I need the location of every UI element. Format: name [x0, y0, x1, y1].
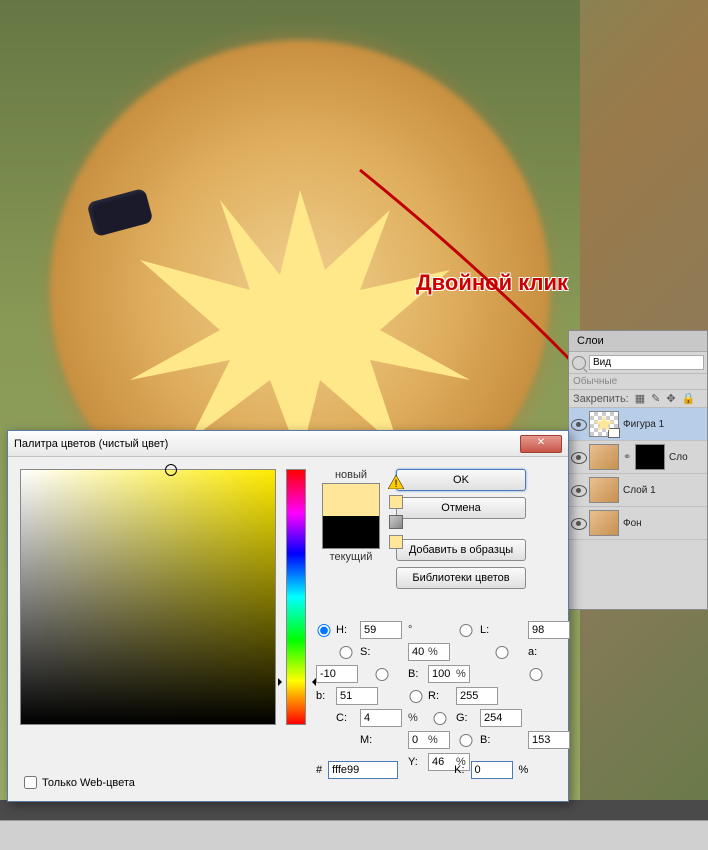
hex-row: # K: % — [316, 761, 528, 779]
cancel-button[interactable]: Отмена — [396, 497, 526, 519]
a-label: a: — [528, 646, 544, 658]
dialog-titlebar[interactable]: Палитра цветов (чистый цвет) ✕ — [8, 431, 568, 457]
bri-radio[interactable] — [360, 668, 404, 681]
layer-name[interactable]: Сло — [669, 452, 688, 463]
gamut-warning-icon[interactable]: ! — [388, 475, 404, 489]
layers-filter-row — [569, 352, 707, 374]
lock-all-icon[interactable]: 🔒 — [682, 392, 696, 405]
b-input[interactable] — [336, 687, 378, 705]
color-field[interactable] — [20, 469, 276, 725]
r-input[interactable] — [456, 687, 498, 705]
sat-radio[interactable] — [336, 646, 356, 659]
layers-tab[interactable]: Слои — [569, 331, 707, 352]
lock-label: Закрепить: — [573, 393, 629, 405]
svg-text:!: ! — [394, 478, 397, 489]
annotation-text: Двойной клик — [416, 270, 568, 296]
layer-mask-thumbnail[interactable] — [635, 444, 665, 470]
hue-slider[interactable] — [286, 469, 306, 725]
l-label: L: — [480, 624, 524, 636]
blue-label: B: — [480, 734, 524, 746]
l-input[interactable] — [528, 621, 570, 639]
layer-thumbnail[interactable] — [589, 477, 619, 503]
m-label: M: — [360, 734, 404, 746]
c-label: C: — [336, 712, 356, 724]
hex-input[interactable] — [328, 761, 398, 779]
hue-label: H: — [336, 624, 356, 636]
layers-filter-input[interactable] — [589, 355, 704, 370]
dialog-title: Палитра цветов (чистый цвет) — [14, 438, 520, 450]
hex-label: # — [316, 764, 322, 776]
layer-row-shape[interactable]: Фигура 1 — [569, 408, 707, 441]
a-radio[interactable] — [480, 646, 524, 659]
degree-unit: ° — [408, 624, 424, 636]
link-icon[interactable]: ⚭ — [623, 452, 631, 463]
color-preview — [322, 483, 380, 549]
layer-name[interactable]: Фигура 1 — [623, 419, 664, 430]
l-radio[interactable] — [456, 624, 476, 637]
layer-name[interactable]: Фон — [623, 518, 642, 529]
visibility-icon[interactable] — [571, 452, 585, 462]
status-bar — [0, 820, 708, 850]
star-burst-shape[interactable] — [120, 180, 480, 460]
layer-thumbnail[interactable] — [589, 510, 619, 536]
blend-mode-select[interactable]: Обычные — [569, 374, 707, 390]
layer-row-1[interactable]: Слой 1 — [569, 474, 707, 507]
gamut-swatch[interactable] — [389, 495, 403, 509]
websafe-warning-icon[interactable] — [389, 515, 403, 529]
color-values-grid: H:° L: S:% a: B:% b: R: C:% G: M:% B: Y:… — [316, 621, 566, 771]
new-color-label: новый — [335, 469, 367, 481]
layer-thumbnail[interactable] — [589, 444, 619, 470]
layers-panel: Слои Обычные Закрепить: ▦ ✎ ✥ 🔒 Фигура 1… — [568, 330, 708, 610]
layer-thumbnail[interactable] — [589, 411, 619, 437]
visibility-icon[interactable] — [571, 485, 585, 495]
web-colors-label: Только Web-цвета — [42, 777, 135, 789]
r-label: R: — [428, 690, 452, 702]
current-color-label: текущий — [330, 551, 373, 563]
blue-input[interactable] — [528, 731, 570, 749]
k-label: K: — [454, 764, 464, 776]
r-radio[interactable] — [408, 690, 424, 703]
color-picker-dialog: Палитра цветов (чистый цвет) ✕ новый тек… — [7, 430, 569, 802]
color-libraries-button[interactable]: Библиотеки цветов — [396, 567, 526, 589]
layer-row-background[interactable]: Фон — [569, 507, 707, 540]
layers-lock-row: Закрепить: ▦ ✎ ✥ 🔒 — [569, 390, 707, 408]
blue-radio[interactable] — [456, 734, 476, 747]
color-field-cursor[interactable] — [165, 464, 177, 476]
lock-move-icon[interactable]: ✥ — [666, 392, 675, 405]
a-input[interactable] — [316, 665, 358, 683]
lock-transparency-icon[interactable]: ▦ — [635, 392, 645, 405]
search-icon — [572, 356, 586, 370]
layer-row-copy[interactable]: ⚭ Сло — [569, 441, 707, 474]
b-radio[interactable] — [528, 668, 544, 681]
close-button[interactable]: ✕ — [520, 435, 562, 453]
c-input[interactable] — [360, 709, 402, 727]
g-label: G: — [456, 712, 476, 724]
visibility-icon[interactable] — [571, 518, 585, 528]
g-radio[interactable] — [428, 712, 452, 725]
visibility-icon[interactable] — [571, 419, 585, 429]
websafe-swatch[interactable] — [389, 535, 403, 549]
web-colors-checkbox[interactable] — [24, 776, 37, 789]
add-swatch-button[interactable]: Добавить в образцы — [396, 539, 526, 561]
lock-brush-icon[interactable]: ✎ — [651, 392, 660, 405]
b-label: b: — [316, 690, 332, 702]
web-colors-checkbox-row: Только Web-цвета — [24, 776, 135, 789]
layer-name[interactable]: Слой 1 — [623, 485, 656, 496]
k-input[interactable] — [471, 761, 513, 779]
current-color-swatch[interactable] — [323, 516, 379, 548]
ok-button[interactable]: OK — [396, 469, 526, 491]
sat-label: S: — [360, 646, 404, 658]
bri-label: B: — [408, 668, 424, 680]
hue-slider-thumb[interactable] — [283, 678, 311, 686]
hue-radio[interactable] — [316, 624, 332, 637]
new-color-swatch[interactable] — [323, 484, 379, 516]
hue-input[interactable] — [360, 621, 402, 639]
percent-unit: % — [519, 764, 529, 776]
g-input[interactable] — [480, 709, 522, 727]
shape-badge-icon — [608, 428, 620, 438]
